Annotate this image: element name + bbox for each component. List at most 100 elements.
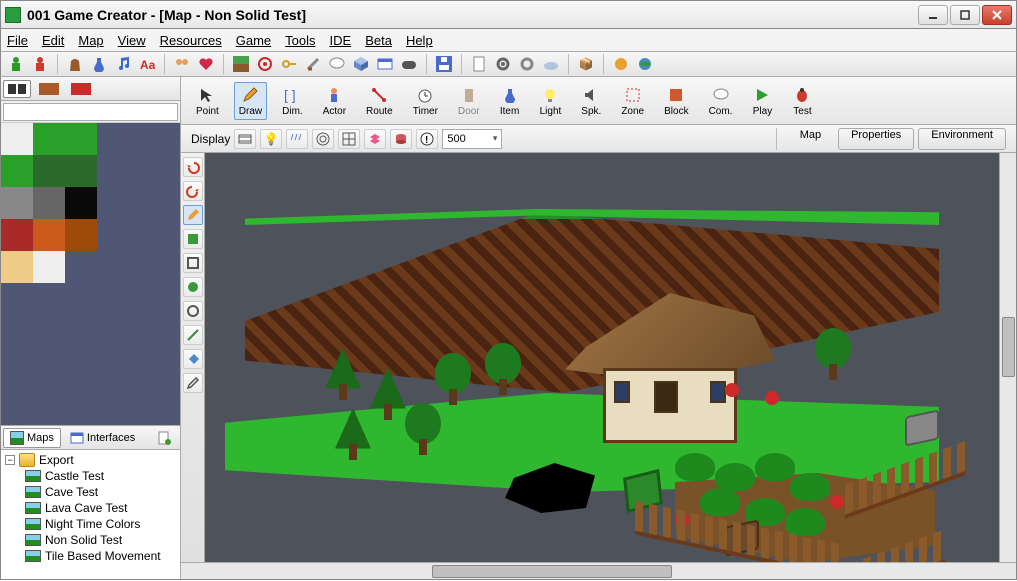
tile[interactable]	[97, 123, 129, 155]
tile[interactable]	[65, 347, 97, 379]
bubble-icon[interactable]	[328, 55, 346, 73]
ball-icon[interactable]	[612, 55, 630, 73]
tool-comment[interactable]: Com.	[704, 82, 738, 120]
potion-icon[interactable]	[90, 55, 108, 73]
save-icon[interactable]	[435, 55, 453, 73]
cube-icon[interactable]	[352, 55, 370, 73]
collapse-icon[interactable]: −	[5, 455, 15, 465]
tab-new-icon[interactable]	[150, 428, 178, 448]
tile[interactable]	[33, 347, 65, 379]
tile[interactable]	[129, 315, 161, 347]
cloud-icon[interactable]	[542, 55, 560, 73]
display-bulb-icon[interactable]: 💡	[260, 129, 282, 149]
menu-tools[interactable]: Tools	[285, 33, 315, 48]
draw-line-icon[interactable]	[183, 325, 203, 345]
tileset-panel[interactable]	[1, 123, 180, 425]
map-viewport[interactable]	[205, 153, 999, 562]
tab-interfaces[interactable]: Interfaces	[63, 428, 142, 448]
tree-item[interactable]: Cave Test	[3, 484, 178, 500]
palette-tab-wall[interactable]	[35, 80, 63, 98]
close-button[interactable]	[982, 5, 1012, 25]
menu-view[interactable]: View	[118, 33, 146, 48]
tree-item[interactable]: Tile Based Movement	[3, 548, 178, 564]
tile[interactable]	[129, 379, 161, 411]
tool-actor[interactable]: Actor	[318, 82, 351, 120]
tile[interactable]	[129, 283, 161, 315]
draw-redo-icon[interactable]	[183, 181, 203, 201]
menu-beta[interactable]: Beta	[365, 33, 392, 48]
tile[interactable]	[129, 155, 161, 187]
menu-game[interactable]: Game	[236, 33, 271, 48]
palette-filter-input[interactable]	[3, 103, 178, 121]
tool-speaker[interactable]: Spk.	[576, 82, 606, 120]
tool-route[interactable]: Route	[361, 82, 398, 120]
tab-maps[interactable]: Maps	[3, 428, 61, 448]
tile[interactable]	[97, 347, 129, 379]
tile[interactable]	[1, 155, 33, 187]
tile[interactable]	[1, 283, 33, 315]
palette-tab-double[interactable]	[3, 80, 31, 98]
tool-item[interactable]: Item	[495, 82, 525, 120]
tool-dim[interactable]: [ ]Dim.	[277, 82, 308, 120]
tile[interactable]	[33, 315, 65, 347]
tool-draw[interactable]: Draw	[234, 82, 267, 120]
tile[interactable]	[129, 123, 161, 155]
tool-zone[interactable]: Zone	[616, 82, 649, 120]
tile[interactable]	[97, 187, 129, 219]
tile[interactable]	[1, 219, 33, 251]
tile[interactable]	[33, 187, 65, 219]
draw-eyedropper-icon[interactable]	[183, 373, 203, 393]
tree-item[interactable]: Non Solid Test	[3, 532, 178, 548]
draw-rect-icon[interactable]	[183, 253, 203, 273]
tree-item[interactable]: Castle Test	[3, 468, 178, 484]
tile[interactable]	[65, 379, 97, 411]
ui-box-icon[interactable]	[376, 55, 394, 73]
display-cylinder-icon[interactable]	[390, 129, 412, 149]
tile[interactable]	[129, 187, 161, 219]
actor-red-icon[interactable]	[31, 55, 49, 73]
bag-icon[interactable]	[66, 55, 84, 73]
tile[interactable]	[129, 219, 161, 251]
tile[interactable]	[33, 379, 65, 411]
tile[interactable]	[33, 283, 65, 315]
document-icon[interactable]	[470, 55, 488, 73]
tile[interactable]	[65, 155, 97, 187]
horizontal-scrollbar[interactable]	[181, 562, 1016, 579]
tile[interactable]	[129, 251, 161, 283]
gear2-icon[interactable]	[518, 55, 536, 73]
tile[interactable]	[97, 283, 129, 315]
draw-pencil-icon[interactable]	[183, 205, 203, 225]
tool-block[interactable]: Block	[659, 82, 693, 120]
music-icon[interactable]	[114, 55, 132, 73]
tool-light[interactable]: Light	[535, 82, 567, 120]
tool-point[interactable]: Point	[191, 82, 224, 120]
tile[interactable]	[65, 283, 97, 315]
globe-icon[interactable]	[636, 55, 654, 73]
display-grid-icon[interactable]	[338, 129, 360, 149]
tile[interactable]	[65, 315, 97, 347]
mode-properties-button[interactable]: Properties	[838, 128, 914, 150]
box-icon[interactable]: 📦	[577, 55, 595, 73]
tile[interactable]	[97, 219, 129, 251]
tile[interactable]	[97, 155, 129, 187]
tile[interactable]	[33, 155, 65, 187]
draw-fillrect-icon[interactable]	[183, 229, 203, 249]
draw-fill-icon[interactable]	[183, 349, 203, 369]
tree-item[interactable]: Lava Cave Test	[3, 500, 178, 516]
mode-map-button[interactable]: Map	[787, 128, 834, 150]
tile[interactable]	[33, 219, 65, 251]
display-value-combo[interactable]: 500	[442, 129, 502, 149]
gamepad-icon[interactable]	[400, 55, 418, 73]
minimize-button[interactable]	[918, 5, 948, 25]
actor-green-icon[interactable]	[7, 55, 25, 73]
sword-icon[interactable]	[304, 55, 322, 73]
tile[interactable]	[1, 187, 33, 219]
draw-fillcircle-icon[interactable]	[183, 277, 203, 297]
tree-item[interactable]: Night Time Colors	[3, 516, 178, 532]
tool-play[interactable]: Play	[747, 82, 777, 120]
gear-icon[interactable]	[494, 55, 512, 73]
display-warning-icon[interactable]: !	[416, 129, 438, 149]
tile[interactable]	[1, 251, 33, 283]
tile[interactable]	[33, 251, 65, 283]
tile[interactable]	[1, 123, 33, 155]
